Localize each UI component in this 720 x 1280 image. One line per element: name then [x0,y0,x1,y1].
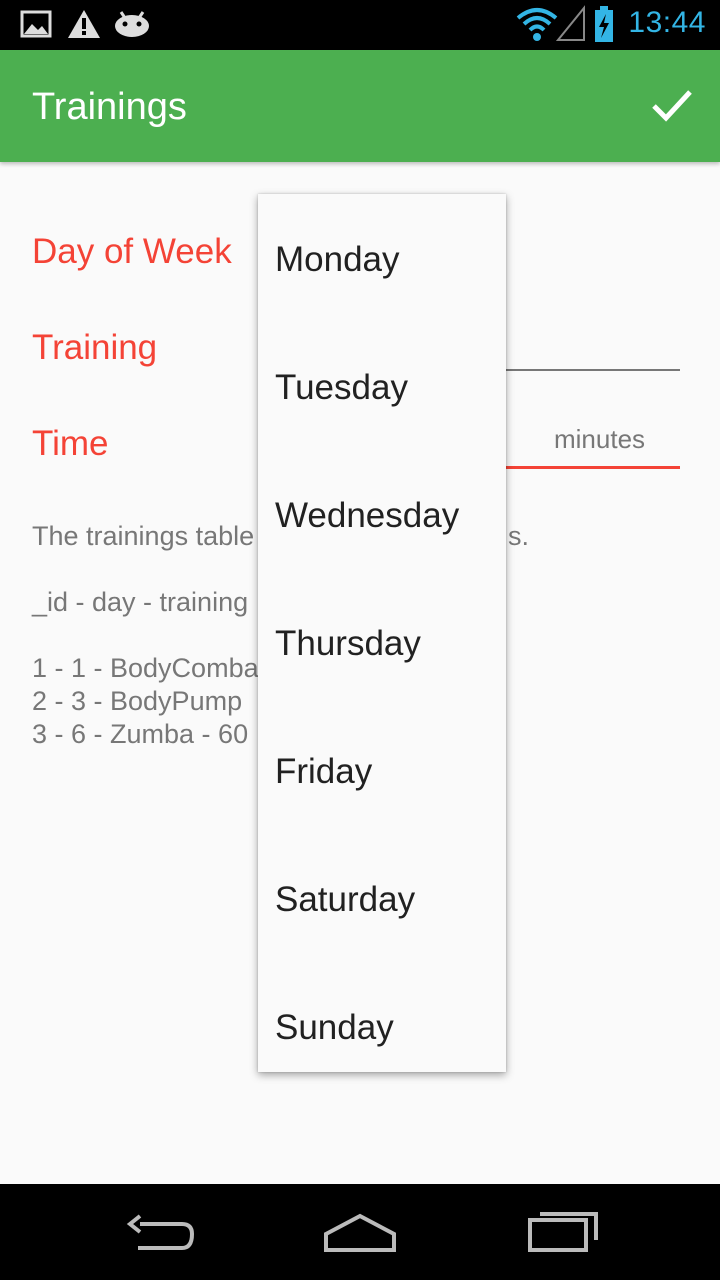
training-label: Training [32,328,158,367]
app-bar: Trainings [0,50,720,162]
training-input[interactable] [506,369,680,371]
android-icon [115,11,149,37]
back-icon[interactable] [120,1202,200,1262]
dropdown-option-tuesday[interactable]: Tuesday [258,324,506,452]
dropdown-option-thursday[interactable]: Thursday [258,580,506,708]
battery-charging-icon [595,6,613,42]
day-of-week-dropdown: Monday Tuesday Wednesday Thursday Friday… [258,194,506,1072]
dropdown-option-wednesday[interactable]: Wednesday [258,452,506,580]
home-icon[interactable] [320,1202,400,1262]
time-input[interactable] [506,466,680,469]
day-of-week-label: Day of Week [32,232,232,271]
status-bar: 13:44 [0,0,720,50]
table-row: 2 - 3 - BodyPump [32,686,243,716]
warning-icon [68,10,100,38]
table-row: 1 - 1 - BodyComba [32,653,259,683]
dropdown-option-sunday[interactable]: Sunday [258,964,506,1092]
table-row: 3 - 6 - Zumba - 60 [32,719,249,749]
navigation-bar [0,1184,720,1280]
signal-icon [556,5,585,41]
table-header-text: _id - day - training [32,587,249,617]
description-text-tail: s. [508,521,530,551]
clock: 13:44 [628,6,706,39]
wifi-icon [516,8,558,41]
check-icon[interactable] [648,80,696,128]
dropdown-option-saturday[interactable]: Saturday [258,836,506,964]
image-icon [20,10,52,38]
dropdown-option-friday[interactable]: Friday [258,708,506,836]
dropdown-option-monday[interactable]: Monday [258,196,506,324]
time-unit: minutes [554,424,646,454]
description-text: The trainings table [32,521,255,551]
time-label: Time [32,424,109,463]
recents-icon[interactable] [524,1202,604,1262]
page-title: Trainings [32,86,187,128]
